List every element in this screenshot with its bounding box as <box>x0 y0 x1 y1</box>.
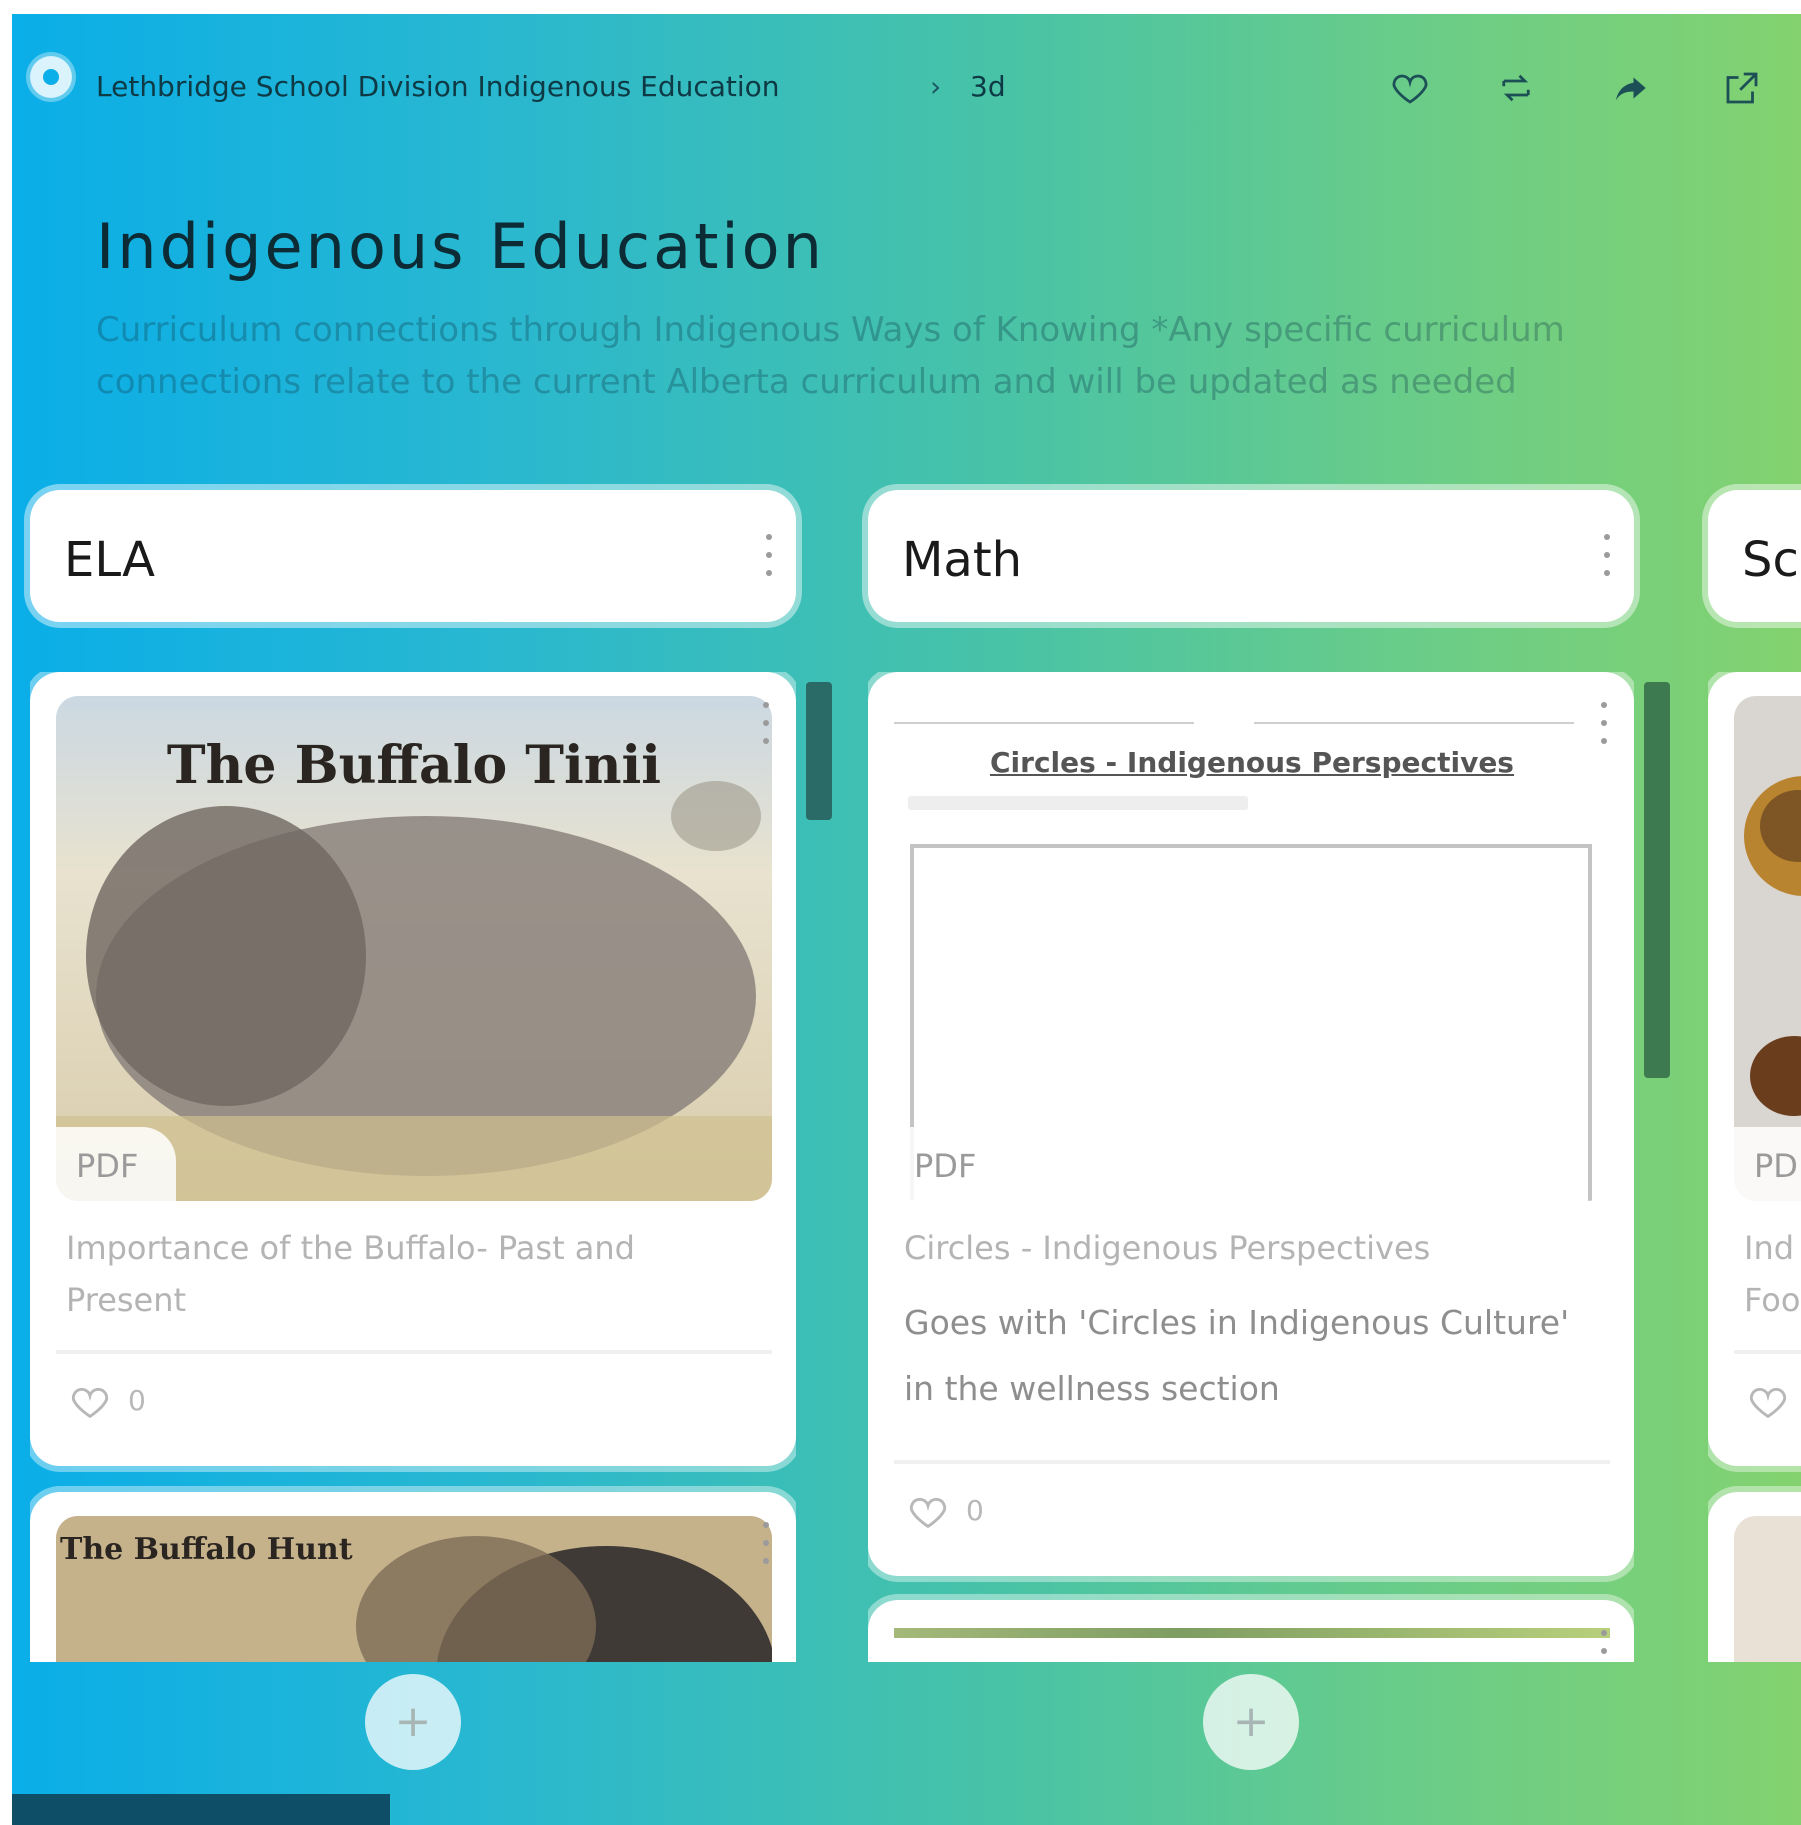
post-card[interactable]: The Buffalo Tinii PDF Importance of the … <box>30 672 796 1466</box>
post-card[interactable] <box>1708 1492 1801 1662</box>
post-title: Importance of the Buffalo- Past and Pres… <box>66 1229 635 1319</box>
page-title: Indigenous Education <box>96 210 825 283</box>
bottom-toolbar[interactable] <box>12 1794 390 1825</box>
column-scroll-area[interactable]: Circles - Indigenous Perspectives PDF Ci… <box>868 672 1634 1662</box>
column-title: ELA <box>64 532 156 588</box>
post-title: Ind Foo <box>1744 1229 1801 1319</box>
share-icon[interactable] <box>1606 64 1654 112</box>
column-menu-icon[interactable] <box>764 534 774 576</box>
plus-icon: + <box>1232 1696 1270 1747</box>
worksheet-line <box>1254 722 1574 724</box>
post-card[interactable]: PD Ind Foo <box>1708 672 1801 1466</box>
file-type-badge: PDF <box>56 1127 176 1201</box>
breadcrumb-org[interactable]: Lethbridge School Division Indigenous Ed… <box>96 70 780 103</box>
post-thumbnail[interactable]: The Buffalo Tinii <box>56 696 772 1201</box>
heart-icon[interactable] <box>68 1380 112 1420</box>
post-thumbnail[interactable]: The Buffalo Hunt <box>56 1516 772 1662</box>
column-header: ELA <box>30 490 796 622</box>
padlet-board: Lethbridge School Division Indigenous Ed… <box>12 14 1801 1825</box>
card-menu-icon[interactable] <box>761 1522 771 1564</box>
column-header: Sc <box>1708 490 1801 622</box>
like-control[interactable] <box>1746 1380 1790 1420</box>
heart-icon[interactable] <box>906 1490 950 1530</box>
plus-icon: + <box>394 1696 432 1747</box>
add-post-button[interactable]: + <box>1203 1674 1299 1770</box>
worksheet-box <box>910 844 1592 1201</box>
like-count: 0 <box>966 1493 984 1527</box>
file-type-label: PDF <box>76 1147 139 1185</box>
post-thumbnail[interactable] <box>1734 696 1801 1201</box>
post-card[interactable] <box>868 1600 1634 1662</box>
column-scrollbar[interactable] <box>1644 682 1670 1078</box>
thumbnail-caption: Circles - Indigenous Perspectives <box>990 746 1514 779</box>
file-type-badge: PD <box>1734 1127 1801 1201</box>
card-divider <box>1734 1350 1801 1354</box>
file-type-badge: PDF <box>894 1127 1014 1201</box>
post-card[interactable]: The Buffalo Hunt <box>30 1492 796 1662</box>
column-title: Math <box>902 532 1023 588</box>
column-title: Sc <box>1742 532 1799 588</box>
file-type-label: PDF <box>914 1147 977 1185</box>
column-header: Math <box>868 490 1634 622</box>
worksheet-line <box>894 722 1194 724</box>
card-divider <box>56 1350 772 1354</box>
heart-icon[interactable] <box>1746 1380 1790 1420</box>
card-menu-icon[interactable] <box>761 702 771 744</box>
top-bar: Lethbridge School Division Indigenous Ed… <box>12 14 1801 149</box>
heart-icon[interactable] <box>1386 64 1434 112</box>
post-title: Circles - Indigenous Perspectives <box>904 1229 1431 1267</box>
column-menu-icon[interactable] <box>1602 534 1612 576</box>
open-external-icon[interactable] <box>1718 64 1766 112</box>
post-description: Goes with 'Circles in Indigenous Culture… <box>904 1303 1570 1408</box>
breadcrumb-current[interactable]: 3d <box>970 70 1006 103</box>
page-subtitle: Curriculum connections through Indigenou… <box>96 310 1565 402</box>
thumbnail-caption: The Buffalo Tinii <box>166 735 662 796</box>
card-menu-icon[interactable] <box>1599 702 1609 744</box>
column-scrollbar[interactable] <box>806 682 832 820</box>
file-type-label: PD <box>1754 1147 1798 1185</box>
column-scroll-area[interactable]: The Buffalo Tinii PDF Importance of the … <box>30 672 796 1662</box>
org-avatar[interactable] <box>30 56 72 98</box>
worksheet-instruction <box>908 796 1248 810</box>
like-count: 0 <box>128 1383 146 1417</box>
remix-icon[interactable] <box>1492 64 1540 112</box>
breadcrumb-separator: › <box>930 70 942 103</box>
post-card[interactable]: Circles - Indigenous Perspectives PDF Ci… <box>868 672 1634 1576</box>
add-post-button[interactable]: + <box>365 1674 461 1770</box>
org-avatar-mark <box>43 69 59 85</box>
column-scroll-area[interactable]: PD Ind Foo <box>1708 672 1801 1662</box>
thumbnail-caption: The Buffalo Hunt <box>60 1532 353 1567</box>
card-menu-icon[interactable] <box>1599 1630 1609 1662</box>
like-control[interactable]: 0 <box>68 1380 146 1420</box>
card-divider <box>894 1460 1610 1464</box>
like-control[interactable]: 0 <box>906 1490 984 1530</box>
post-thumbnail[interactable] <box>894 1628 1610 1638</box>
post-thumbnail[interactable]: Circles - Indigenous Perspectives <box>894 696 1610 1201</box>
post-thumbnail[interactable] <box>1734 1516 1801 1662</box>
